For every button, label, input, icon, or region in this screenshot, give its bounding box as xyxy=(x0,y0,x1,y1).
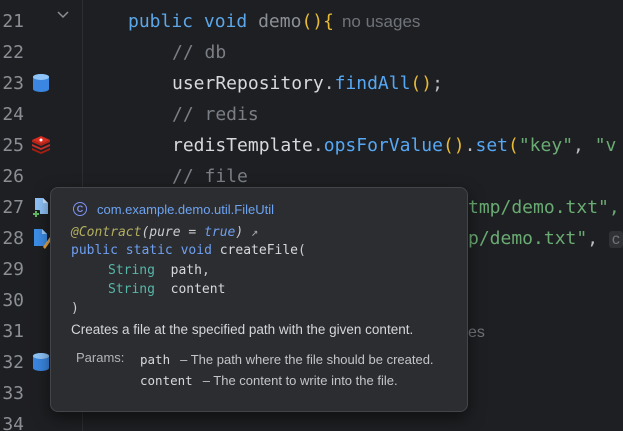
signature-param-1: String path, xyxy=(108,261,210,281)
line-number: 28 xyxy=(2,228,24,249)
comment: // redis xyxy=(172,104,259,125)
keyword-void: void xyxy=(203,11,248,32)
string-literal: p/demo.txt" xyxy=(468,228,588,249)
database-icon[interactable] xyxy=(30,351,52,373)
doc-description: Creates a file at the specified path wit… xyxy=(71,322,414,337)
annotation-line: @Contract(pure = true) ↗ xyxy=(71,222,258,242)
popup-header: C com.example.demo.util.FileUtil xyxy=(73,200,274,218)
sig-method: createFile xyxy=(219,243,299,258)
redis-icon[interactable] xyxy=(30,134,52,156)
comma: , xyxy=(587,228,599,249)
param-doc-desc: – The path where the file should be crea… xyxy=(180,352,434,367)
semicolon: ; xyxy=(432,73,443,94)
line-number: 29 xyxy=(2,259,24,280)
annotation-close: ) xyxy=(235,225,244,240)
parens: () xyxy=(410,73,433,94)
annotation-name[interactable]: @Contract xyxy=(71,225,141,240)
quick-doc-popup[interactable]: C com.example.demo.util.FileUtil @Contra… xyxy=(50,187,468,412)
parens: () xyxy=(442,135,465,156)
sig-open: ( xyxy=(298,243,306,258)
signature-close: ) xyxy=(71,301,79,316)
edit-file-icon[interactable] xyxy=(30,227,52,249)
code-line-27[interactable]: tmp/demo.txt", xyxy=(468,192,620,223)
param-doc-name: content xyxy=(140,373,193,388)
param-type[interactable]: String xyxy=(108,282,155,297)
code-line-21[interactable]: public void demo(){no usages xyxy=(128,6,420,37)
line-number: 27 xyxy=(2,197,24,218)
keyword-public: public xyxy=(128,11,194,32)
line-number: 30 xyxy=(2,290,24,311)
sig-public: public xyxy=(71,243,118,258)
code-line-28[interactable]: p/demo.txt", c xyxy=(468,223,623,254)
dot: . xyxy=(312,135,324,156)
line-number: 22 xyxy=(2,42,24,63)
param-doc-row: content – The content to write into the f… xyxy=(140,371,398,389)
param-name: path xyxy=(170,263,202,278)
method-name: demo xyxy=(258,11,302,32)
chevron-down-icon[interactable] xyxy=(56,8,70,22)
line-number: 23 xyxy=(2,73,24,94)
annotation-arg-value: true xyxy=(204,225,236,240)
sig-void: void xyxy=(180,243,212,258)
code-line-24[interactable]: // redis xyxy=(172,99,259,130)
method-call: opsForValue xyxy=(323,135,443,156)
code-line-22[interactable]: // db xyxy=(172,37,226,68)
line-number: 33 xyxy=(2,383,24,404)
signature-param-2: String content xyxy=(108,280,225,300)
param-doc-desc: – The content to write into the file. xyxy=(202,373,398,388)
object-ref: redisTemplate xyxy=(172,135,313,156)
dot: . xyxy=(464,135,476,156)
string-literal: "key" xyxy=(518,135,574,156)
code-line-31[interactable]: es xyxy=(468,316,485,347)
brace: { xyxy=(323,11,334,32)
dot: . xyxy=(323,73,335,94)
annotation-arg-name: pure xyxy=(149,225,181,240)
param-doc-name: path xyxy=(140,352,171,367)
sig-static: static xyxy=(125,243,173,258)
code-line-23[interactable]: userRepository.findAll(); xyxy=(172,68,443,99)
comment: // db xyxy=(172,42,227,63)
line-number: 31 xyxy=(2,321,24,342)
param-type[interactable]: String xyxy=(108,263,155,278)
param-doc-row: path – The path where the file should be … xyxy=(140,350,434,368)
method-call: findAll xyxy=(334,73,411,94)
method-call: set xyxy=(475,135,508,156)
line-number: 34 xyxy=(2,414,24,431)
string-literal: "v xyxy=(594,135,617,156)
code-line-25[interactable]: redisTemplate.opsForValue().set("key", "… xyxy=(172,130,616,161)
class-icon: C xyxy=(73,202,87,216)
param-name: content xyxy=(170,282,226,297)
string-literal: tmp/demo.txt", xyxy=(468,197,620,218)
comment: // file xyxy=(172,166,248,187)
params-label: Params: xyxy=(76,350,125,365)
comma: , xyxy=(573,135,595,156)
database-icon[interactable] xyxy=(30,72,52,94)
object-ref: userRepository xyxy=(172,73,324,94)
line-number: 26 xyxy=(2,166,24,187)
inlay-hint: es xyxy=(468,324,485,341)
annotation-eq: = xyxy=(180,225,205,240)
param-comma: , xyxy=(201,263,210,278)
line-number: 24 xyxy=(2,104,24,125)
line-number: 32 xyxy=(2,352,24,373)
line-number: 21 xyxy=(2,11,24,32)
parens: () xyxy=(301,11,324,32)
open-paren: ( xyxy=(508,135,519,156)
usages-hint[interactable]: no usages xyxy=(334,12,420,31)
new-file-icon[interactable] xyxy=(30,196,52,218)
line-number: 25 xyxy=(2,135,24,156)
class-link[interactable]: com.example.demo.util.FileUtil xyxy=(97,202,274,217)
signature-line: public static void createFile( xyxy=(71,241,306,261)
external-link-icon[interactable]: ↗ xyxy=(251,225,258,239)
param-hint: c xyxy=(608,231,623,248)
